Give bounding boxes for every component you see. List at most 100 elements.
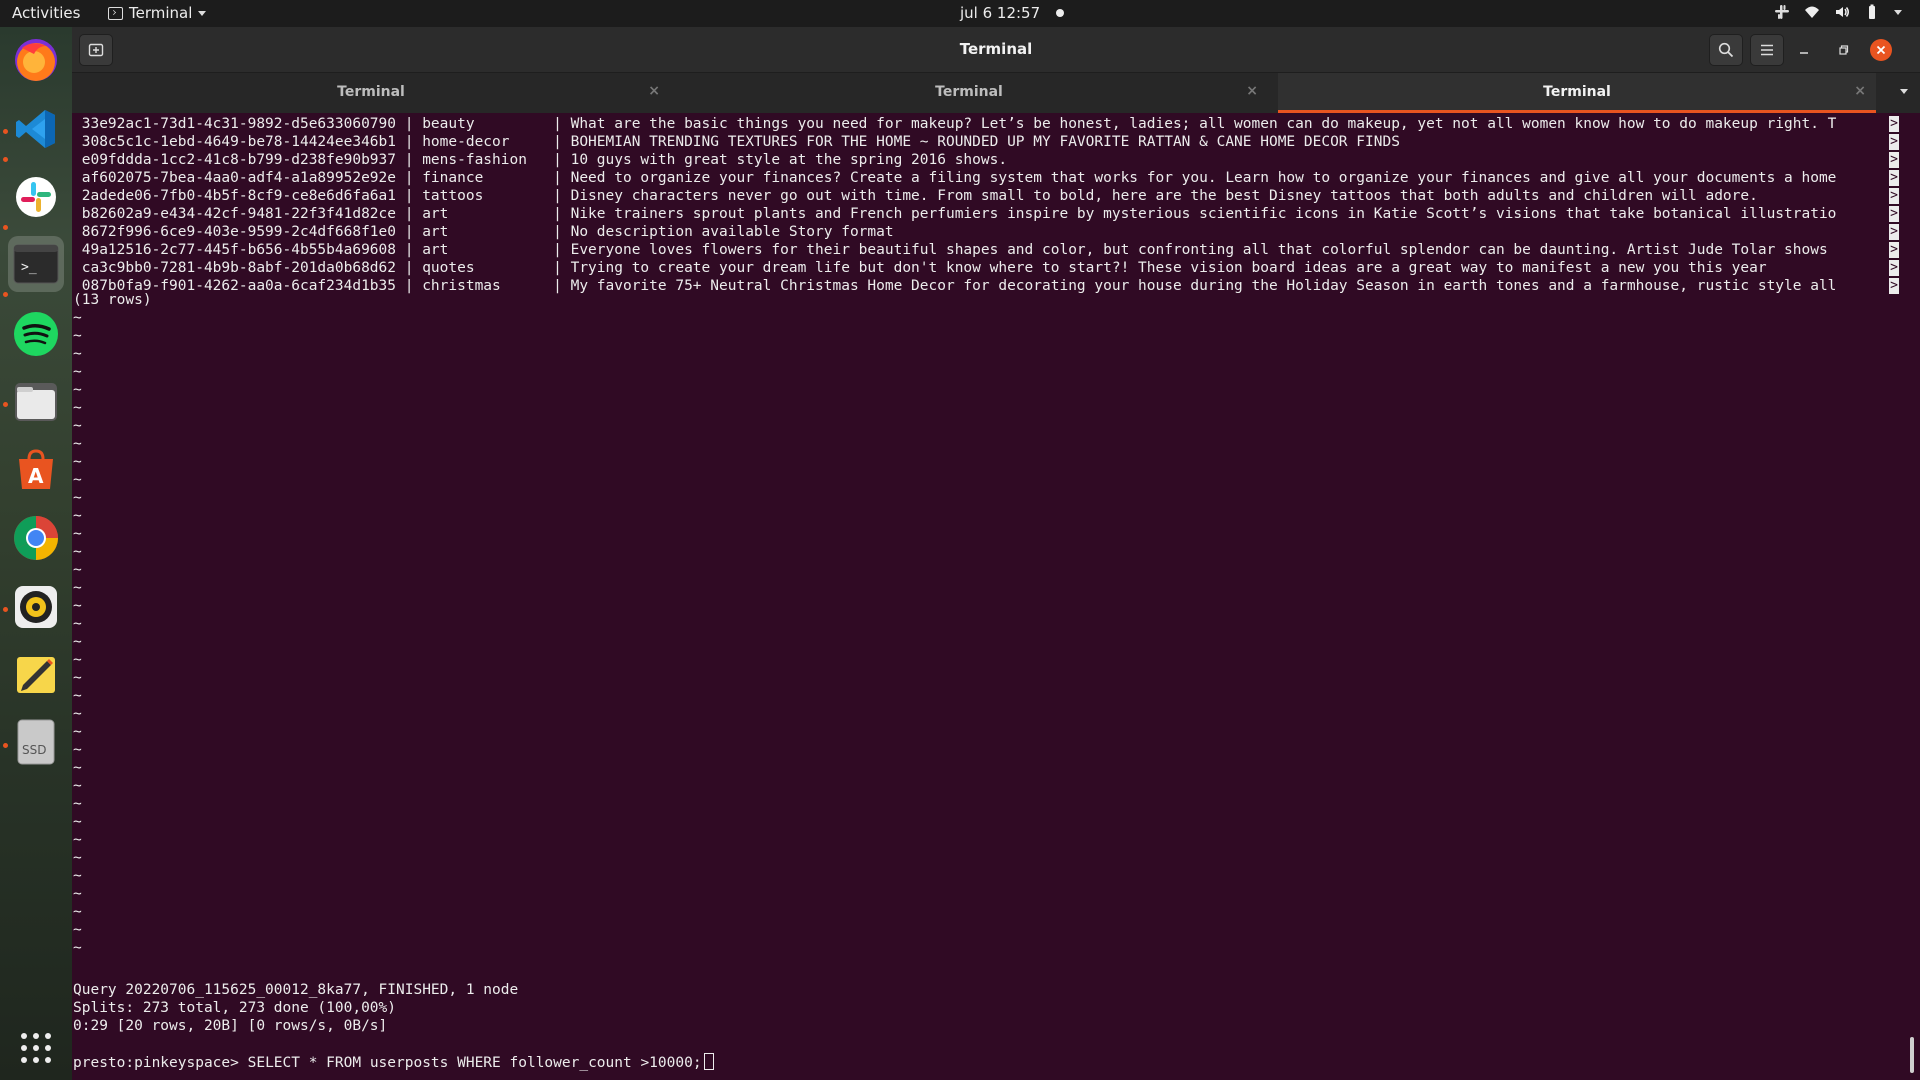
tilde-line: ~: [73, 850, 82, 866]
spotify-icon[interactable]: [11, 309, 61, 359]
new-tab-icon: [88, 43, 104, 57]
show-applications-icon[interactable]: [11, 1023, 61, 1073]
tab-close-icon[interactable]: ×: [1246, 83, 1258, 99]
tilde-line: ~: [73, 346, 82, 362]
tilde-line: ~: [73, 580, 82, 596]
close-window-button[interactable]: [1870, 39, 1892, 61]
svg-text:>_: >_: [21, 260, 37, 275]
app-menu-label: Terminal: [129, 4, 193, 22]
tilde-line: ~: [73, 670, 82, 686]
table-row: af602075-7bea-4aa0-adf4-a1a89952e92e | f…: [73, 170, 1837, 186]
ssd-label: SSD: [22, 743, 46, 757]
text-cursor: [703, 1053, 714, 1070]
hamburger-menu-button[interactable]: [1750, 34, 1784, 66]
tilde-line: ~: [73, 688, 82, 704]
tab-terminal-3[interactable]: Terminal ×: [1278, 73, 1876, 113]
table-row: e09fddda-1cc2-41c8-b799-d238fe90b937 | m…: [73, 152, 1008, 168]
slack-tray-icon[interactable]: [1774, 4, 1790, 20]
tilde-line: ~: [73, 922, 82, 938]
tilde-line: ~: [73, 382, 82, 398]
tab-terminal-1[interactable]: Terminal ×: [72, 73, 670, 113]
chrome-icon[interactable]: [11, 513, 61, 563]
tilde-line: ~: [73, 454, 82, 470]
minimize-icon: [1800, 52, 1808, 54]
svg-text:A: A: [28, 464, 44, 488]
system-menu-chevron-icon[interactable]: [1894, 9, 1902, 15]
tilde-line: ~: [73, 490, 82, 506]
ssd-drive-icon[interactable]: SSD: [11, 717, 61, 767]
command-input[interactable]: SELECT * FROM userposts WHERE follower_c…: [248, 1055, 702, 1071]
system-tray[interactable]: [1774, 4, 1902, 20]
close-icon: [1876, 45, 1886, 55]
running-indicator: [3, 292, 8, 297]
rhythmbox-icon[interactable]: [11, 582, 61, 632]
table-row: 8672f996-6ce9-403e-9599-2c4df668f1e0 | a…: [73, 224, 894, 240]
tab-list-chevron-icon[interactable]: [1900, 89, 1908, 94]
table-row: 49a12516-2c77-445f-b656-4b55b4a69608 | a…: [73, 242, 1837, 258]
tilde-line: ~: [73, 796, 82, 812]
wifi-icon[interactable]: [1804, 4, 1820, 20]
firefox-icon[interactable]: [11, 35, 61, 85]
tilde-line: ~: [73, 904, 82, 920]
scrollbar[interactable]: [1910, 1037, 1914, 1073]
tilde-line: ~: [73, 778, 82, 794]
tilde-line: ~: [73, 544, 82, 560]
table-row: 2adede06-7fb0-4b5f-8cf9-ce8e6d6fa6a1 | t…: [73, 188, 1758, 204]
table-row: b82602a9-e434-42cf-9481-22f3f41d82ce | a…: [73, 206, 1837, 222]
tilde-line: ~: [73, 616, 82, 632]
running-indicator: [3, 402, 8, 407]
tilde-line: ~: [73, 652, 82, 668]
line-overflow-marker: >: [1889, 134, 1899, 150]
text-editor-icon[interactable]: [11, 649, 61, 699]
line-overflow-marker: >: [1889, 224, 1899, 240]
shell-prompt: presto:pinkeyspace>: [73, 1055, 248, 1071]
restore-icon: [1839, 45, 1849, 55]
app-menu[interactable]: Terminal: [108, 4, 207, 22]
tilde-line: ~: [73, 562, 82, 578]
clock-label: jul 6 12:57: [960, 4, 1041, 22]
hamburger-icon: [1761, 44, 1773, 56]
running-indicator: [3, 225, 8, 230]
tilde-line: ~: [73, 508, 82, 524]
tilde-line: ~: [73, 400, 82, 416]
tab-terminal-2[interactable]: Terminal ×: [670, 73, 1268, 113]
tilde-line: ~: [73, 832, 82, 848]
search-button[interactable]: [1709, 34, 1743, 66]
row-count: (13 rows): [73, 292, 152, 308]
notification-dot-icon: [1056, 9, 1065, 17]
tilde-line: ~: [73, 868, 82, 884]
files-icon[interactable]: [11, 377, 61, 427]
minimize-button[interactable]: [1792, 38, 1816, 62]
tilde-line: ~: [73, 436, 82, 452]
activities-button[interactable]: Activities: [12, 4, 80, 22]
line-overflow-marker: >: [1889, 278, 1899, 294]
tilde-line: ~: [73, 940, 82, 956]
line-overflow-marker: >: [1889, 188, 1899, 204]
restore-button[interactable]: [1832, 38, 1856, 62]
running-indicator: [3, 129, 8, 134]
line-overflow-marker: >: [1889, 260, 1899, 276]
tilde-line: ~: [73, 364, 82, 380]
terminal-icon[interactable]: >_: [8, 236, 64, 292]
header-bar[interactable]: Terminal: [72, 27, 1920, 73]
clock[interactable]: jul 6 12:57: [960, 4, 1065, 22]
tab-close-icon[interactable]: ×: [648, 83, 660, 99]
terminal-output[interactable]: 33e92ac1-73d1-4c31-9892-d5e633060790 | b…: [72, 113, 1920, 1080]
command-line[interactable]: presto:pinkeyspace> SELECT * FROM userpo…: [73, 1053, 714, 1071]
app-center-icon[interactable]: A: [11, 445, 61, 495]
chevron-down-icon: [198, 10, 207, 16]
tab-close-icon[interactable]: ×: [1854, 83, 1866, 99]
dock: >_ A SSD: [0, 27, 72, 1080]
tilde-line: ~: [73, 310, 82, 326]
vscode-icon[interactable]: [11, 104, 61, 154]
window-title: Terminal: [959, 40, 1033, 58]
line-overflow-marker: >: [1889, 116, 1899, 132]
timing-status: 0:29 [20 rows, 20B] [0 rows/s, 0B/s]: [73, 1018, 388, 1034]
splits-status: Splits: 273 total, 273 done (100,00%): [73, 1000, 397, 1016]
tilde-line: ~: [73, 526, 82, 542]
table-row: ca3c9bb0-7281-4b9b-8abf-201da0b68d62 | q…: [73, 260, 1767, 276]
slack-icon[interactable]: [11, 172, 61, 222]
volume-icon[interactable]: [1834, 4, 1850, 20]
battery-icon[interactable]: [1864, 4, 1880, 20]
new-tab-button[interactable]: [79, 34, 113, 66]
